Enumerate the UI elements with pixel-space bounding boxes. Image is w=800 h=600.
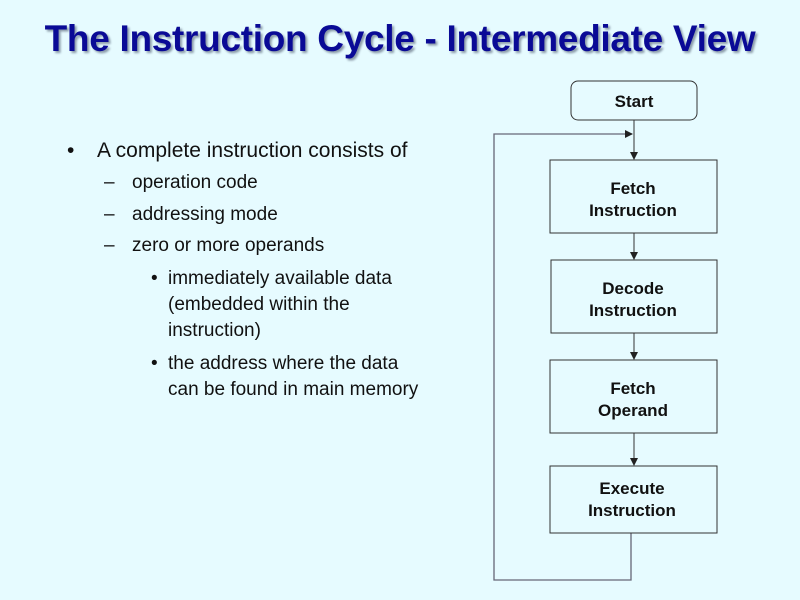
start-node: Start bbox=[570, 80, 698, 121]
step-label: Fetch bbox=[610, 179, 655, 198]
step-decode-instruction: Decode Instruction bbox=[550, 259, 718, 334]
step-label: Instruction bbox=[588, 501, 676, 520]
step-label: Fetch bbox=[610, 379, 655, 398]
start-label: Start bbox=[615, 92, 654, 111]
step-fetch-instruction: Fetch Instruction bbox=[549, 159, 718, 234]
instruction-cycle-flowchart: Start Fetch Instruction Decode Instructi… bbox=[493, 80, 718, 581]
step-execute-instruction: Execute Instruction bbox=[549, 465, 718, 534]
step-fetch-operand: Fetch Operand bbox=[549, 359, 718, 434]
step-label: Operand bbox=[598, 401, 668, 420]
step-label: Instruction bbox=[589, 201, 677, 220]
step-label: Decode bbox=[602, 279, 663, 298]
step-label: Execute bbox=[599, 479, 664, 498]
step-label: Instruction bbox=[589, 301, 677, 320]
